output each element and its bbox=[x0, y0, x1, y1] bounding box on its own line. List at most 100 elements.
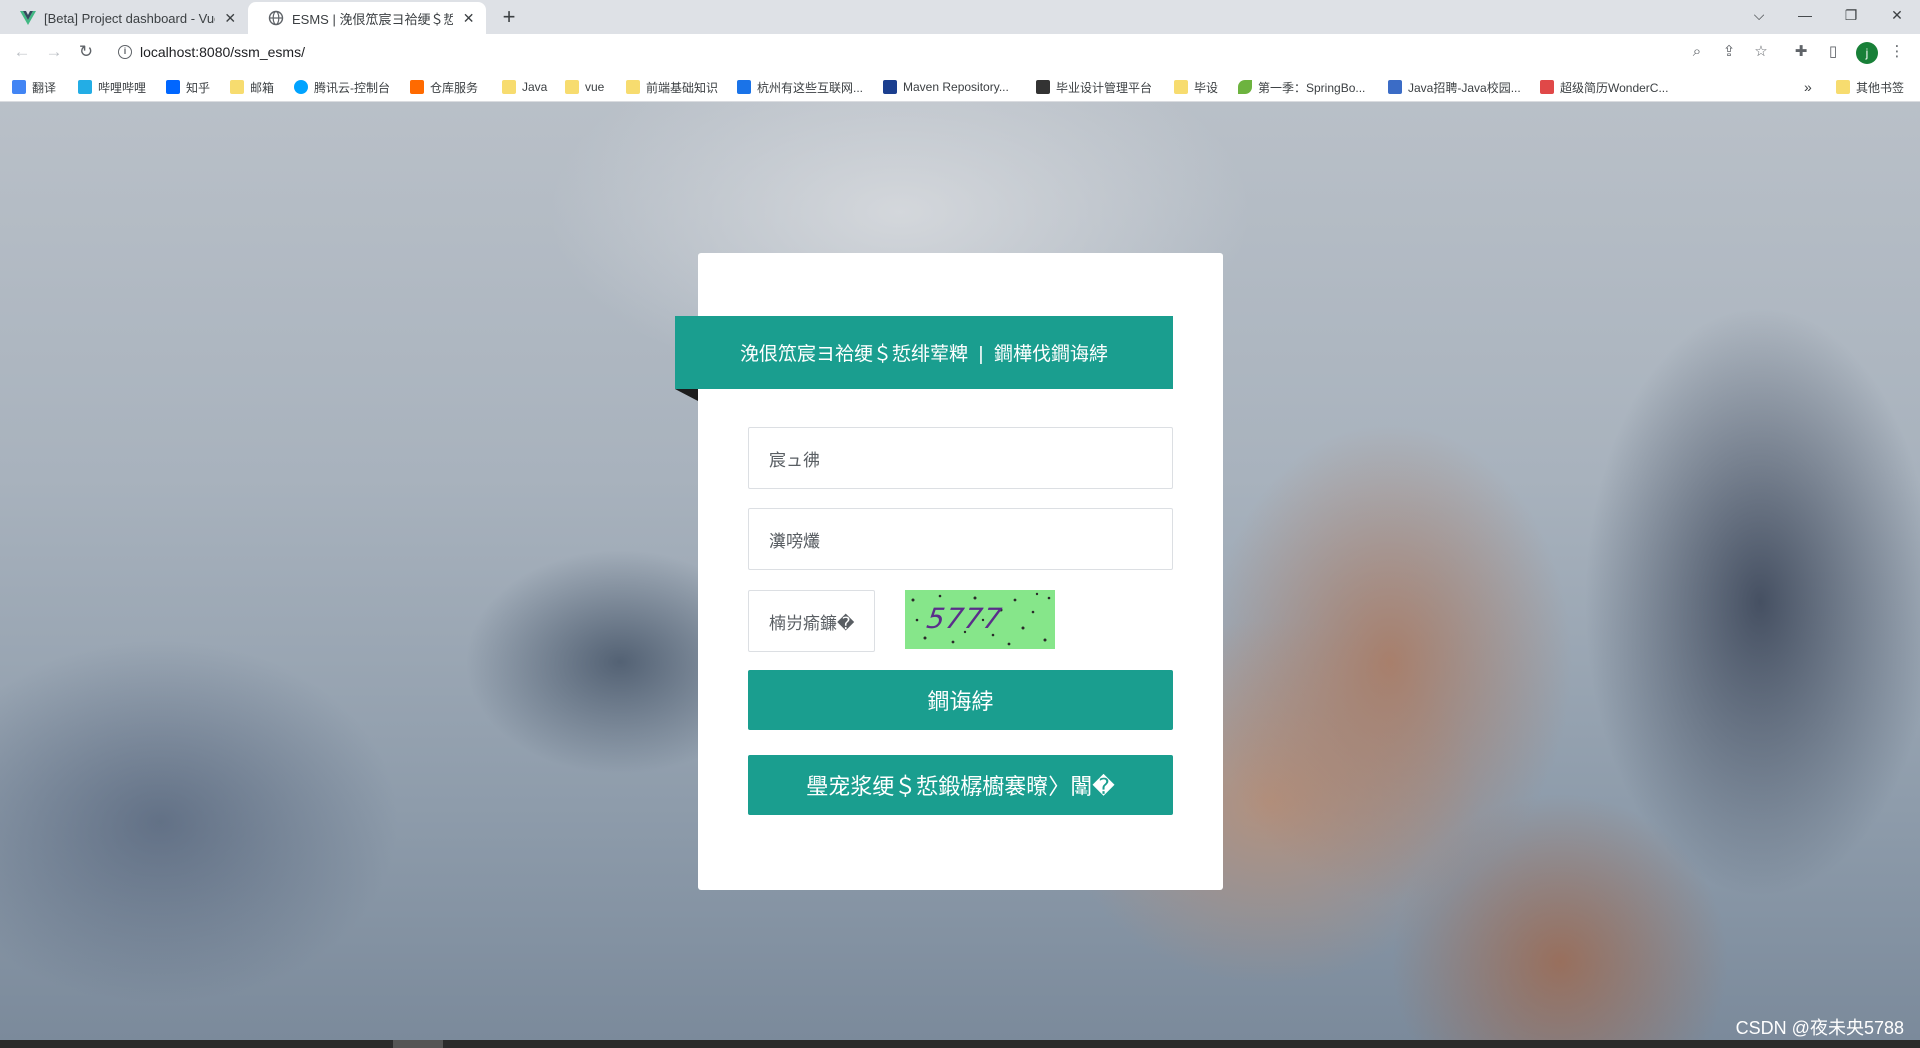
site-info-icon[interactable]: i bbox=[118, 45, 132, 59]
share-icon[interactable]: ⇪ bbox=[1719, 42, 1739, 62]
close-window-button[interactable]: ✕ bbox=[1874, 0, 1920, 30]
site-icon bbox=[1036, 80, 1050, 94]
bookmark-item[interactable]: vue bbox=[565, 78, 604, 96]
bookmarks-bar: 翻译 哔哩哔哩 知乎 邮箱 腾讯云-控制台 仓库服务 Java vue 前端基础… bbox=[0, 70, 1920, 102]
bookmark-label: 仓库服务 bbox=[430, 80, 479, 95]
bookmark-label: 翻译 bbox=[32, 80, 57, 95]
site-icon bbox=[1388, 80, 1402, 94]
login-title: 浼佷笟宸ヨ祫绠＄悊绯荤粺 | 鐧樺伐鐧诲綍 bbox=[739, 344, 1109, 365]
captcha-text: 5777 bbox=[924, 602, 1005, 635]
bookmark-label: 杭州有这些互联网... bbox=[757, 80, 864, 95]
extensions-puzzle-icon[interactable]: ✚ bbox=[1791, 42, 1811, 62]
side-panel-icon[interactable]: ▯ bbox=[1823, 42, 1843, 62]
browser-toolbar: ← → ↻ i localhost:8080/ssm_esms/ ⌕ ⇪ ☆ ✚… bbox=[0, 34, 1920, 70]
bookmark-label: Java招聘-Java校园... bbox=[1408, 80, 1521, 95]
tab-search-chevron-icon[interactable]: ⌵ bbox=[1736, 0, 1782, 30]
taskbar bbox=[0, 1040, 1920, 1048]
zoom-icon[interactable]: ⌕ bbox=[1687, 42, 1707, 62]
translate-icon bbox=[12, 80, 26, 94]
bookmark-label: 超级简历WonderC... bbox=[1560, 80, 1669, 95]
bookmark-item[interactable]: 邮箱 bbox=[230, 78, 274, 96]
username-input[interactable]: 宸ュ彿 bbox=[748, 427, 1173, 489]
bookmark-label: 知乎 bbox=[186, 80, 211, 95]
globe-icon bbox=[268, 10, 284, 26]
bookmark-item[interactable]: 仓库服务 bbox=[410, 78, 478, 96]
tab-title: ESMS | 浼佷笟宸ヨ祫绠＄悊绯荤粺 bbox=[292, 11, 454, 27]
site-icon bbox=[1540, 80, 1554, 94]
bookmark-item[interactable]: 腾讯云-控制台 bbox=[294, 78, 390, 96]
minimize-button[interactable]: — bbox=[1782, 0, 1828, 30]
tab-esms[interactable]: ESMS | 浼佷笟宸ヨ祫绠＄悊绯荤粺 ✕ bbox=[248, 2, 486, 34]
bookmark-label: 前端基础知识 bbox=[646, 80, 719, 95]
bookmark-item[interactable]: 毕设 bbox=[1174, 78, 1218, 96]
tencent-cloud-icon bbox=[294, 80, 308, 94]
bookmark-label: 其他书签 bbox=[1856, 80, 1905, 95]
captcha-image[interactable]: 5777 bbox=[905, 590, 1055, 649]
tab-strip: [Beta] Project dashboard - Vue ✕ ESMS | … bbox=[0, 0, 1920, 34]
bookmark-item[interactable]: 毕业设计管理平台 bbox=[1036, 78, 1152, 96]
bookmark-label: Maven Repository... bbox=[903, 80, 1009, 94]
username-placeholder: 宸ュ彿 bbox=[769, 450, 820, 470]
tab-title: [Beta] Project dashboard - Vue bbox=[44, 10, 215, 26]
tab-project-dashboard[interactable]: [Beta] Project dashboard - Vue ✕ bbox=[0, 2, 248, 34]
login-page-background: 浼佷笟宸ヨ祫绠＄悊绯荤粺 | 鐧樺伐鐧诲綍 宸ュ彿 瀵嗙爜 楠岃瘉鐮� 5777… bbox=[0, 102, 1920, 1040]
watermark: CSDN @夜未央5788 bbox=[1735, 1018, 1904, 1038]
url-text: localhost:8080/ssm_esms/ bbox=[140, 44, 305, 60]
bookmark-item[interactable]: Maven Repository... bbox=[883, 78, 1009, 96]
back-arrow-icon[interactable]: ← bbox=[10, 40, 34, 64]
site-icon bbox=[737, 80, 751, 94]
bookmark-label: vue bbox=[585, 80, 605, 94]
spring-icon bbox=[1238, 80, 1252, 94]
folder-icon bbox=[502, 80, 516, 94]
bookmark-label: 哔哩哔哩 bbox=[98, 80, 147, 95]
bookmark-label: 腾讯云-控制台 bbox=[314, 80, 390, 95]
bookmark-label: 毕业设计管理平台 bbox=[1056, 80, 1153, 95]
bookmark-label: 毕设 bbox=[1194, 80, 1219, 95]
vue-logo-icon bbox=[20, 10, 36, 26]
login-button-label: 鐧诲綍 bbox=[927, 689, 994, 714]
menu-kebab-icon[interactable]: ⋮ bbox=[1887, 42, 1907, 62]
restore-button[interactable]: ❐ bbox=[1828, 0, 1874, 30]
admin-login-button[interactable]: 璺宠浆绠＄悊鍛樼櫥褰曢〉闈� bbox=[748, 755, 1173, 815]
bookmark-item[interactable]: 知乎 bbox=[166, 78, 210, 96]
bookmark-label: 第一季：SpringBo... bbox=[1258, 80, 1366, 95]
captcha-input[interactable]: 楠岃瘉鐮� bbox=[748, 590, 875, 652]
aliyun-icon bbox=[410, 80, 424, 94]
taskbar-item[interactable] bbox=[393, 1040, 443, 1048]
profile-avatar[interactable]: j bbox=[1856, 42, 1878, 64]
bookmark-item[interactable]: 杭州有这些互联网... bbox=[737, 78, 863, 96]
folder-icon bbox=[1836, 80, 1850, 94]
folder-icon bbox=[1174, 80, 1188, 94]
forward-arrow-icon[interactable]: → bbox=[42, 40, 66, 64]
folder-icon bbox=[230, 80, 244, 94]
bookmark-item[interactable]: 翻译 bbox=[12, 78, 56, 96]
bookmark-item[interactable]: 前端基础知识 bbox=[626, 78, 718, 96]
login-title-ribbon: 浼佷笟宸ヨ祫绠＄悊绯荤粺 | 鐧樺伐鐧诲綍 bbox=[675, 316, 1173, 389]
bilibili-icon bbox=[78, 80, 92, 94]
bookmark-star-icon[interactable]: ☆ bbox=[1751, 42, 1771, 62]
bookmark-item[interactable]: Java bbox=[502, 78, 547, 96]
ribbon-fold bbox=[675, 389, 698, 401]
bookmark-item[interactable]: 哔哩哔哩 bbox=[78, 78, 146, 96]
more-bookmarks-button[interactable]: » bbox=[1804, 78, 1812, 96]
bookmark-item[interactable]: 第一季：SpringBo... bbox=[1238, 78, 1365, 96]
close-tab-icon[interactable]: ✕ bbox=[461, 10, 476, 27]
bookmark-label: 邮箱 bbox=[250, 80, 275, 95]
password-input[interactable]: 瀵嗙爜 bbox=[748, 508, 1173, 570]
folder-icon bbox=[565, 80, 579, 94]
bookmark-item[interactable]: 超级简历WonderC... bbox=[1540, 78, 1668, 96]
reload-icon[interactable]: ↻ bbox=[74, 40, 98, 64]
login-button[interactable]: 鐧诲綍 bbox=[748, 670, 1173, 730]
bookmark-label: Java bbox=[522, 80, 548, 94]
bookmark-item[interactable]: Java招聘-Java校园... bbox=[1388, 78, 1521, 96]
folder-icon bbox=[626, 80, 640, 94]
new-tab-button[interactable]: + bbox=[496, 5, 522, 31]
admin-login-button-label: 璺宠浆绠＄悊鍛樼櫥褰曢〉闈� bbox=[806, 774, 1115, 799]
address-bar[interactable]: i localhost:8080/ssm_esms/ bbox=[110, 38, 1700, 66]
captcha-placeholder: 楠岃瘉鐮� bbox=[769, 613, 855, 633]
close-tab-icon[interactable]: ✕ bbox=[223, 10, 239, 27]
password-placeholder: 瀵嗙爜 bbox=[769, 531, 820, 551]
maven-icon bbox=[883, 80, 897, 94]
other-bookmarks-folder[interactable]: 其他书签 bbox=[1836, 78, 1904, 96]
zhihu-icon bbox=[166, 80, 180, 94]
